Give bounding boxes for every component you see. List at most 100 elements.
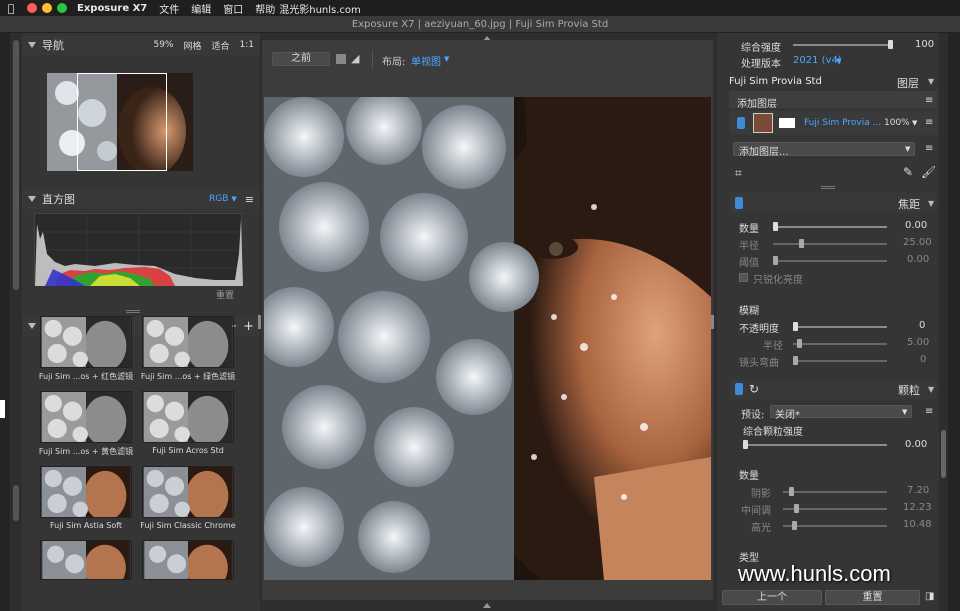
navigator-viewport-box[interactable] <box>77 73 167 171</box>
left-edge-bar <box>0 33 10 611</box>
panel-options-icon[interactable]: ◨ <box>925 591 934 602</box>
histogram-channel-select[interactable]: RGB <box>209 194 228 204</box>
blur-opacity-slider[interactable] <box>793 322 887 331</box>
focus-radius-slider[interactable] <box>773 239 887 248</box>
list-options-icon[interactable]: ≡ <box>925 143 933 154</box>
grain-preset-value: 关闭* <box>775 410 800 421</box>
add-layer-label[interactable]: 添加图层 <box>737 95 777 110</box>
layer-visibility-toggle[interactable] <box>737 117 745 129</box>
left-collapse-handle[interactable] <box>258 315 261 329</box>
collapse-triangle-icon[interactable] <box>28 323 36 329</box>
slider-knob[interactable] <box>797 339 802 348</box>
focus-threshold-slider[interactable] <box>773 256 887 265</box>
reset-button[interactable]: 重置 <box>825 590 920 605</box>
mask-icon[interactable]: ◢ <box>351 52 359 65</box>
right-collapse-handle[interactable] <box>711 315 714 329</box>
slider-knob[interactable] <box>794 504 799 513</box>
eyedropper-icon[interactable]: ✎ <box>903 165 913 179</box>
left-scrollbar[interactable] <box>13 40 19 290</box>
preset-thumbnail[interactable] <box>142 391 234 443</box>
preset-thumbnail[interactable] <box>142 540 234 580</box>
preset-thumbnail[interactable] <box>142 466 234 518</box>
preset-thumbnail[interactable] <box>40 540 132 580</box>
grain-highlight-slider[interactable] <box>783 521 887 530</box>
chevron-down-icon[interactable]: ▼ <box>928 385 934 394</box>
main-photo[interactable] <box>264 97 711 580</box>
before-button[interactable]: 之前 <box>272 52 330 66</box>
grain-toggle[interactable] <box>735 383 743 395</box>
process-version-label: 处理版本 <box>741 59 781 70</box>
slider-knob[interactable] <box>793 322 798 331</box>
collapse-triangle-icon[interactable] <box>28 42 36 48</box>
layer-opacity[interactable]: 100% <box>884 118 910 128</box>
navigator-header[interactable]: 导航 59% 网格 适合 1:1 <box>22 35 260 55</box>
menu-icon[interactable]: ≡ <box>245 193 254 206</box>
crop-icon[interactable]: ⌗ <box>735 166 742 181</box>
preset-thumbnail[interactable] <box>40 466 132 518</box>
collapse-bottom-icon[interactable] <box>483 603 491 608</box>
menu-file[interactable]: 文件 <box>159 1 179 16</box>
layer-mask[interactable] <box>779 118 795 128</box>
slider-knob[interactable] <box>793 356 798 365</box>
menu-icon[interactable]: ≡ <box>925 117 933 128</box>
fit-button[interactable]: 适合 <box>212 39 230 52</box>
histogram-reset-button[interactable]: 重置 <box>216 288 234 301</box>
lens-curve-slider[interactable] <box>793 356 887 365</box>
grain-overall-slider[interactable] <box>743 440 887 449</box>
slider-knob[interactable] <box>792 521 797 530</box>
left-panel: 导航 59% 网格 适合 1:1 直方图 RGB ▼ ≡ 重置 + Fuji S… <box>22 33 260 611</box>
grain-midtone-slider[interactable] <box>783 504 887 513</box>
zoom-window-button[interactable] <box>57 3 67 13</box>
slider-knob[interactable] <box>743 440 748 449</box>
focus-toggle[interactable] <box>735 197 743 209</box>
minimize-window-button[interactable] <box>42 3 52 13</box>
sharpen-luminance-checkbox[interactable] <box>739 273 748 282</box>
one-to-one-button[interactable]: 1:1 <box>240 40 254 50</box>
focus-amount-slider[interactable] <box>773 222 887 231</box>
slider-knob[interactable] <box>773 222 778 231</box>
preset-label: Fuji Sim ...os + 红色滤镜 <box>38 372 134 381</box>
slider-knob[interactable] <box>789 487 794 496</box>
grid-button[interactable]: 网格 <box>183 39 201 52</box>
preset-label: Fuji Sim ...os + 绿色滤镜 <box>140 372 236 381</box>
close-window-button[interactable] <box>27 3 37 13</box>
preset-label: Fuji Sim Acros Std <box>152 446 224 455</box>
preset-thumbnail[interactable] <box>40 391 132 443</box>
menu-icon[interactable]: ≡ <box>925 95 933 106</box>
navigator-thumbnail[interactable] <box>47 73 193 171</box>
blur-radius-slider[interactable] <box>793 339 887 348</box>
grain-shadow-slider[interactable] <box>783 487 887 496</box>
layer-thumbnail[interactable] <box>753 113 773 133</box>
overall-strength-slider[interactable] <box>793 40 893 49</box>
right-scrollbar[interactable] <box>941 430 946 478</box>
menu-help[interactable]: 帮助 <box>255 1 275 16</box>
apple-icon[interactable]:  <box>0 2 22 15</box>
app-menu[interactable]: Exposure X7 <box>77 3 147 14</box>
previous-button[interactable]: 上一个 <box>722 590 822 605</box>
plus-icon[interactable]: + <box>243 319 254 334</box>
slider-knob[interactable] <box>888 40 893 49</box>
preset-thumbnail[interactable] <box>142 316 234 368</box>
menu-window[interactable]: 窗口 <box>223 1 243 16</box>
menu-edit[interactable]: 编辑 <box>191 1 211 16</box>
process-version-select[interactable]: 2021 (v4) <box>793 55 842 66</box>
left-panel-handle[interactable] <box>0 400 5 418</box>
histogram-header[interactable]: 直方图 RGB ▼ ≡ <box>22 189 260 209</box>
slider-knob[interactable] <box>799 239 804 248</box>
reset-icon[interactable]: ↻ <box>749 382 759 396</box>
list-options-icon[interactable]: ≡ <box>925 406 933 417</box>
preset-label: Fuji Sim Astia Soft <box>49 521 123 530</box>
layer-name[interactable]: Fuji Sim Provia ... <box>804 118 881 128</box>
layout-select[interactable]: 单视图 <box>411 53 441 68</box>
grain-amount-title: 数量 <box>739 471 759 482</box>
panel-resize-handle[interactable] <box>821 186 835 189</box>
presets-scrollbar[interactable] <box>13 485 19 521</box>
preset-thumbnail[interactable] <box>40 316 132 368</box>
slider-knob[interactable] <box>773 256 778 265</box>
collapse-triangle-icon[interactable] <box>28 196 36 202</box>
panel-resize-handle[interactable] <box>126 310 140 313</box>
chevron-down-icon[interactable]: ▼ <box>928 77 934 86</box>
brush-icon[interactable]: 🖌 <box>921 165 936 179</box>
chevron-down-icon[interactable]: ▼ <box>928 199 934 208</box>
compare-square-icon[interactable] <box>336 54 346 64</box>
